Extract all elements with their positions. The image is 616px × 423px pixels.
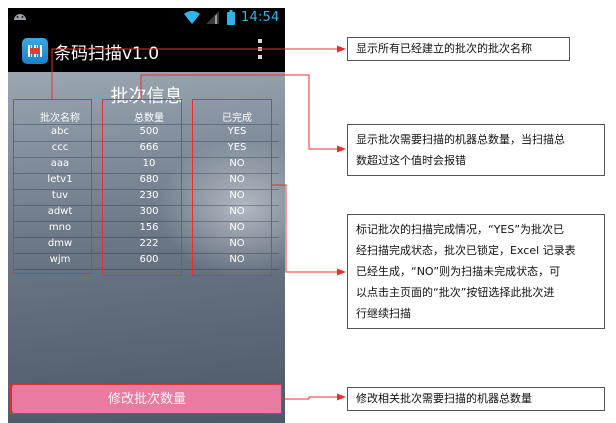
annotation-connectors [51,45,346,401]
arrowhead-edit-button [337,393,346,401]
connector-edit-button [282,396,338,400]
arrowhead-batch-names [337,45,346,53]
connector-total-count [140,74,338,150]
arrowhead-completion [337,268,346,276]
arrowhead-total-count [337,145,346,153]
connector-batch-names [51,48,338,99]
connector-completion [272,184,338,273]
annotated-screenshot: 14:54 条码扫描v1.0 批次信息 批次名称 总数量 已完成 abc 500 YES c… [0,0,616,423]
